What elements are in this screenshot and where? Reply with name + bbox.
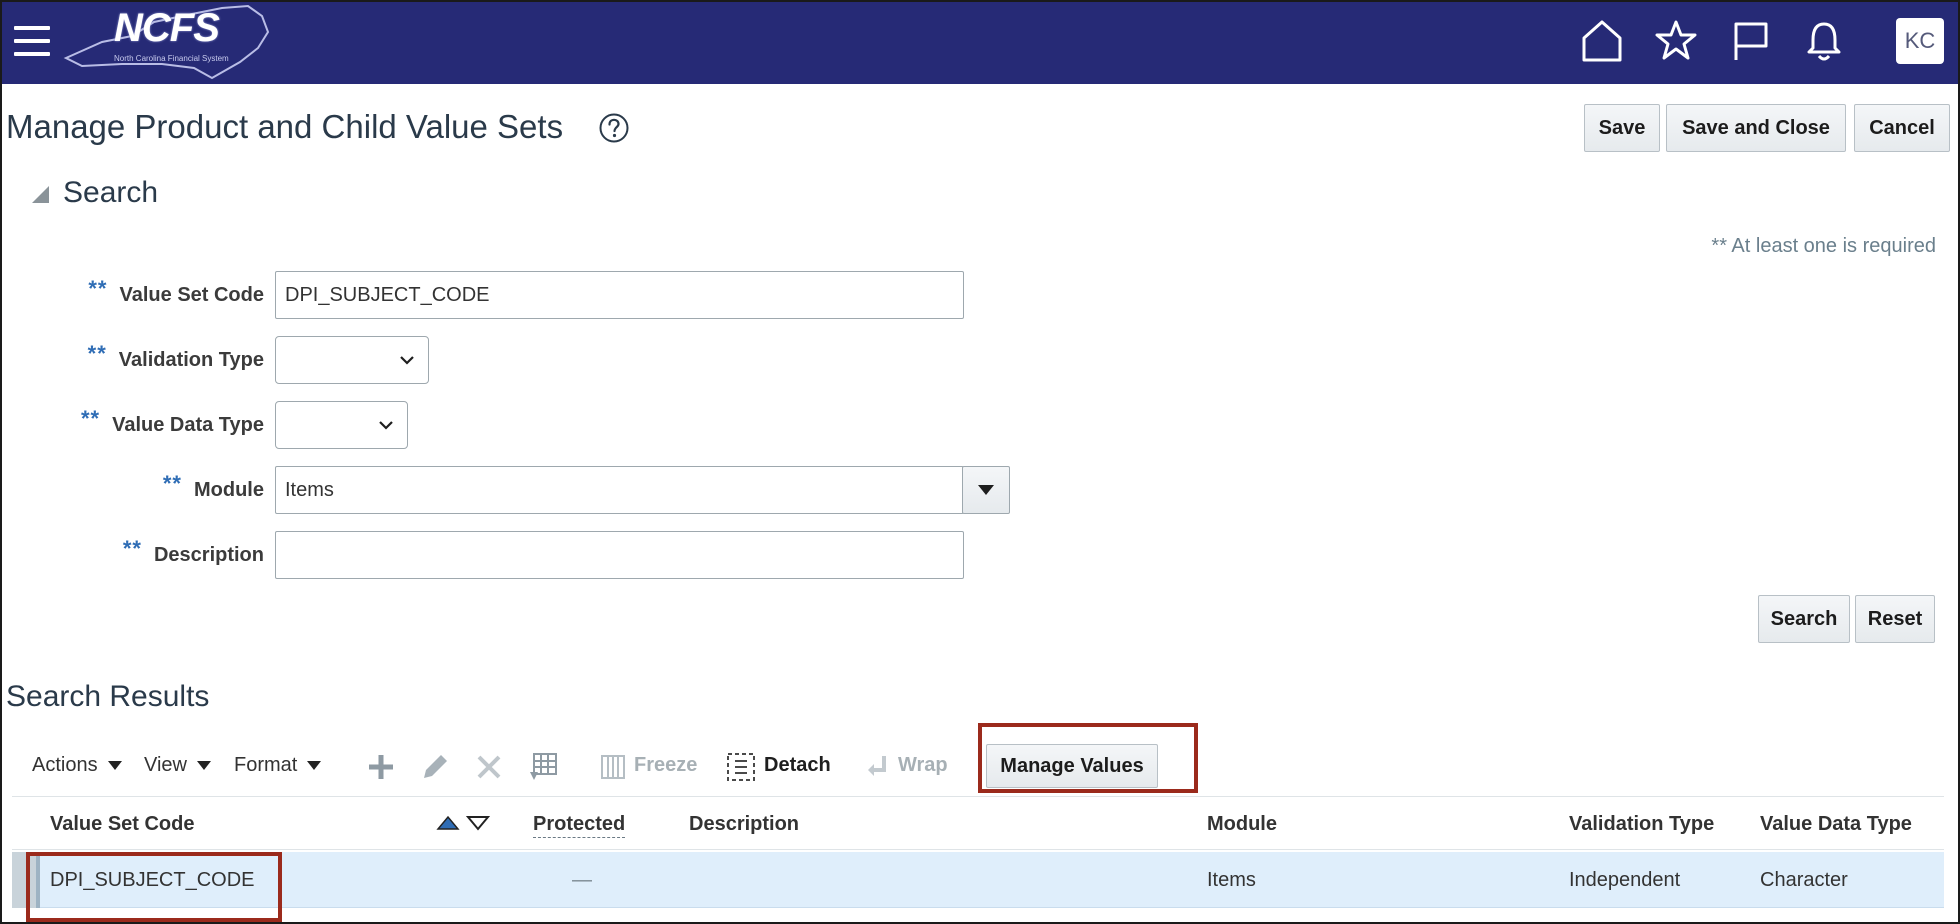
format-menu[interactable]: Format xyxy=(234,754,322,777)
results-toolbar: Actions View Format Freeze Detach Wrap M… xyxy=(0,740,1960,796)
value-set-code-input[interactable]: DPI_SUBJECT_CODE xyxy=(275,271,964,319)
description-label-group: ** Description xyxy=(40,531,264,579)
value-data-type-label: Value Data Type xyxy=(112,413,264,436)
validation-type-label: Validation Type xyxy=(118,348,264,371)
chevron-down-icon xyxy=(400,356,414,365)
reset-button[interactable]: Reset xyxy=(1855,595,1935,643)
column-header-value-data-type[interactable]: Value Data Type xyxy=(1760,813,1912,836)
edit-pencil-icon[interactable] xyxy=(418,750,452,784)
search-button[interactable]: Search xyxy=(1758,595,1850,643)
module-input[interactable]: Items xyxy=(275,466,964,514)
required-marker: ** xyxy=(87,341,107,366)
required-marker: ** xyxy=(122,536,142,561)
caret-down-icon xyxy=(307,761,322,770)
value-data-type-select[interactable] xyxy=(275,401,408,449)
value-set-code-label-group: ** Value Set Code xyxy=(40,271,264,319)
flag-icon[interactable] xyxy=(1728,18,1772,64)
description-input[interactable] xyxy=(275,531,964,579)
format-menu-label: Format xyxy=(234,754,298,776)
caret-down-icon xyxy=(107,761,122,770)
view-menu[interactable]: View xyxy=(144,754,211,777)
manage-values-button[interactable]: Manage Values xyxy=(986,744,1158,788)
cell-value-set-code: DPI_SUBJECT_CODE xyxy=(50,869,255,891)
required-marker: ** xyxy=(80,406,101,431)
cell-protected: — xyxy=(572,869,592,891)
search-results-title: Search Results xyxy=(6,680,210,713)
value-set-code-label: Value Set Code xyxy=(119,283,265,306)
freeze-icon[interactable] xyxy=(598,750,632,784)
cancel-button[interactable]: Cancel xyxy=(1854,104,1950,152)
cell-module: Items xyxy=(1207,869,1256,891)
cell-validation-type: Independent xyxy=(1569,869,1681,891)
ncfs-logo[interactable]: NCFS North Carolina Financial System xyxy=(62,2,272,82)
favorites-star-icon[interactable] xyxy=(1654,18,1698,64)
notifications-bell-icon[interactable] xyxy=(1802,18,1846,64)
value-data-type-label-group: ** Value Data Type xyxy=(40,401,264,449)
validation-type-label-group: ** Validation Type xyxy=(40,336,264,384)
help-icon[interactable] xyxy=(598,112,630,144)
freeze-button[interactable]: Freeze xyxy=(634,754,697,777)
cell-value-data-type: Character xyxy=(1760,869,1848,891)
module-label: Module xyxy=(194,478,264,501)
column-header-description[interactable]: Description xyxy=(689,813,799,836)
save-button[interactable]: Save xyxy=(1584,104,1660,152)
module-label-group: ** Module xyxy=(40,466,264,514)
column-header-protected[interactable]: Protected xyxy=(533,813,626,838)
logo-text: NCFS xyxy=(114,6,220,50)
sort-controls xyxy=(436,815,490,831)
actions-menu[interactable]: Actions xyxy=(32,754,122,777)
home-icon[interactable] xyxy=(1580,18,1624,64)
search-heading: Search xyxy=(63,176,159,209)
view-menu-label: View xyxy=(144,754,187,776)
row-selection-marker xyxy=(12,852,40,908)
delete-x-icon[interactable] xyxy=(472,750,506,784)
required-marker: ** xyxy=(162,471,182,496)
chevron-down-icon xyxy=(379,421,393,430)
detach-icon[interactable] xyxy=(724,750,758,784)
sort-descending-icon[interactable] xyxy=(466,815,490,831)
results-table-header: Value Set Code Protected Description Mod… xyxy=(12,796,1944,850)
wrap-button[interactable]: Wrap xyxy=(898,754,948,777)
validation-type-select[interactable] xyxy=(275,336,429,384)
menu-icon[interactable] xyxy=(14,22,50,60)
required-note: ** At least one is required xyxy=(1711,235,1936,257)
search-panel-toggle[interactable]: Search xyxy=(32,176,158,210)
user-avatar[interactable]: KC xyxy=(1896,18,1944,64)
wrap-icon[interactable] xyxy=(860,750,894,784)
required-marker: ** xyxy=(88,276,108,301)
caret-down-icon xyxy=(197,761,211,770)
column-header-validation-type[interactable]: Validation Type xyxy=(1569,813,1714,836)
description-label: Description xyxy=(153,543,264,566)
add-row-icon[interactable] xyxy=(364,750,398,784)
actions-menu-label: Actions xyxy=(32,754,98,776)
query-by-example-icon[interactable] xyxy=(526,750,560,784)
logo-subtext: North Carolina Financial System xyxy=(114,54,229,63)
detach-button[interactable]: Detach xyxy=(764,754,831,777)
page-title: Manage Product and Child Value Sets xyxy=(6,108,564,145)
column-header-module[interactable]: Module xyxy=(1207,813,1277,836)
global-header: NCFS North Carolina Financial System KC xyxy=(0,0,1960,84)
sort-ascending-icon[interactable] xyxy=(436,815,460,831)
save-and-close-button[interactable]: Save and Close xyxy=(1666,104,1846,152)
module-dropdown-button[interactable] xyxy=(962,466,1010,514)
column-header-value-set-code[interactable]: Value Set Code xyxy=(50,813,195,836)
dropdown-triangle-icon xyxy=(978,485,994,495)
collapse-triangle-icon xyxy=(32,185,49,203)
table-row[interactable]: DPI_SUBJECT_CODE — Items Independent Cha… xyxy=(12,852,1944,908)
